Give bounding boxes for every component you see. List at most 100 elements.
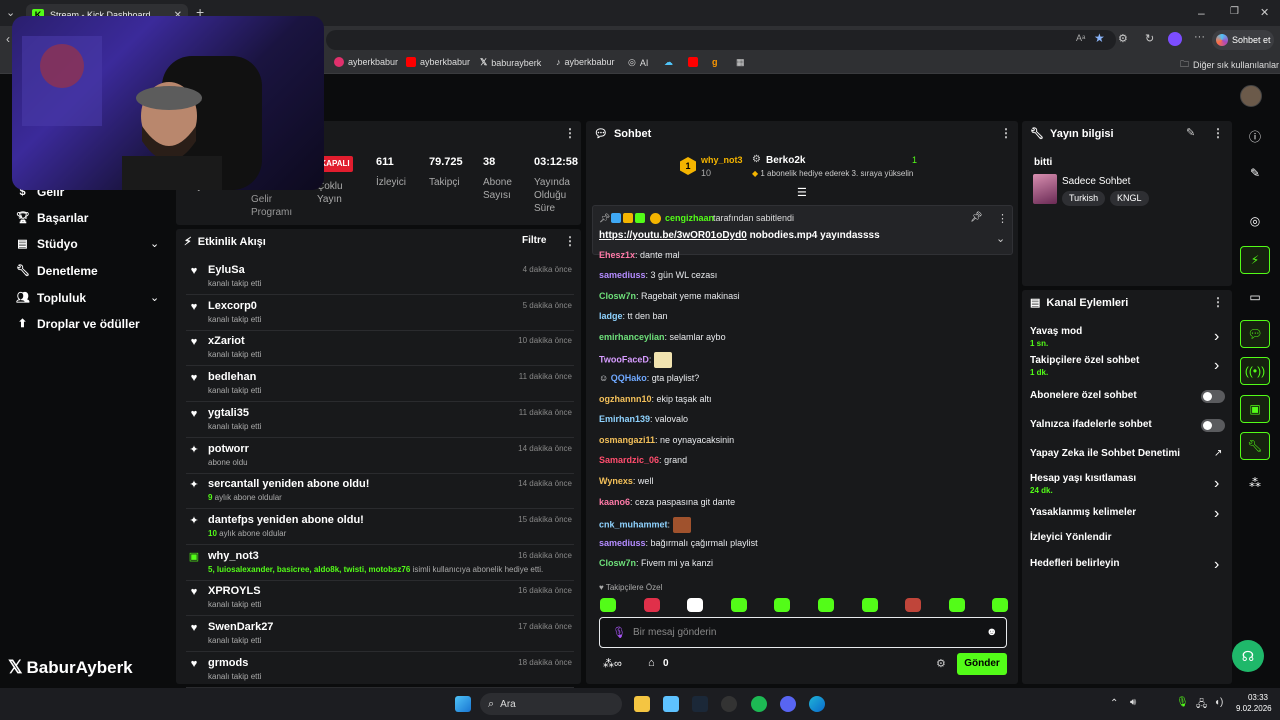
minimize-icon[interactable]: – <box>1198 6 1205 20</box>
filter-lines-icon[interactable]: ☰ <box>797 186 807 199</box>
chat-icon[interactable]: 💬︎ <box>1240 320 1270 348</box>
bookmark-youtube2-icon[interactable] <box>688 57 698 67</box>
channel-action-label[interactable]: Yasaklanmış kelimeler <box>1030 507 1136 518</box>
chevron-right-icon[interactable]: › <box>1214 506 1219 522</box>
bookmark-x[interactable]: 𝕏baburayberk <box>480 57 541 68</box>
chat-username[interactable]: Samardzic_06 <box>599 455 659 465</box>
activity-row[interactable]: ♥ EyluSa kanalı takip etti 4 dakika önce <box>186 261 574 295</box>
gifter-name[interactable]: Berko2k <box>766 155 805 166</box>
channel-action-label[interactable]: Abonelere özel sohbet <box>1030 390 1137 401</box>
other-bookmarks[interactable]: 🗀 Diğer sık kullanılanlar <box>1180 57 1279 73</box>
bookmark-ai[interactable]: ◎ AI <box>628 57 648 68</box>
emote-shortcut[interactable] <box>948 598 965 612</box>
pinned-by[interactable]: cengizhaan <box>665 213 714 223</box>
network-icon[interactable]: 🖧 <box>1196 697 1207 714</box>
tab-list-chevron-icon[interactable]: ⌄ <box>6 6 15 19</box>
chevron-right-icon[interactable]: › <box>1214 329 1219 345</box>
camera-icon[interactable]: ◎ <box>1240 207 1270 235</box>
wrench-icon[interactable]: 🔧︎ <box>1240 432 1270 460</box>
chevron-right-icon[interactable]: › <box>1214 476 1219 492</box>
discord-icon[interactable] <box>780 696 796 712</box>
activity-user[interactable]: sercantall yeniden abone oldu! <box>208 478 369 490</box>
channel-action-label[interactable]: İzleyici Yönlendir <box>1030 532 1112 543</box>
emote-shortcut[interactable] <box>643 598 660 612</box>
photos-icon[interactable] <box>663 696 679 712</box>
chat-username[interactable]: emirhanceylian <box>599 332 665 342</box>
broadcast-icon[interactable]: ((•)) <box>1240 357 1270 385</box>
activity-user[interactable]: why_not3 <box>208 550 259 562</box>
toggle-switch[interactable] <box>1201 419 1225 432</box>
chat-username[interactable]: Emirhan139 <box>599 414 650 424</box>
chevron-down-icon[interactable]: ⌄ <box>150 237 159 250</box>
points-icon[interactable]: ⁂∞ <box>603 657 622 670</box>
speaker-icon[interactable]: ◖) <box>1214 697 1223 708</box>
edit-pencil-icon[interactable]: ✎ <box>1186 126 1195 139</box>
copilot-button[interactable]: Sohbet et <box>1212 30 1274 50</box>
emoji-icon[interactable]: ☻ <box>986 626 998 638</box>
activity-row[interactable]: ✦ dantefps yeniden abone oldu! 10 aylık ab… <box>186 511 574 545</box>
microphone-icon[interactable]: 🎙︎ <box>612 626 626 639</box>
more-icon[interactable]: ⋮ <box>997 212 1008 225</box>
more-icon[interactable]: ⋮ <box>564 234 576 248</box>
chevron-up-icon[interactable]: ⌃ <box>1110 698 1118 709</box>
favorite-star-icon[interactable]: ★ <box>1094 31 1105 45</box>
filter-button[interactable]: Filtre <box>522 235 546 246</box>
activity-user[interactable]: xZariot <box>208 335 245 347</box>
volume-icon[interactable]: 🔊︎ <box>1130 697 1136 708</box>
activity-user[interactable]: potworr <box>208 443 249 455</box>
channel-action-label[interactable]: Hesap yaşı kısıtlaması <box>1030 473 1136 484</box>
emote-shortcut[interactable] <box>818 598 834 612</box>
activity-user[interactable]: bedlehan <box>208 371 256 383</box>
sidebar-item-basarilar[interactable]: 🏆︎ Başarılar <box>16 211 88 225</box>
activity-row[interactable]: ✦ potworr abone oldu 14 dakika önce <box>186 440 574 474</box>
emote-shortcut[interactable] <box>600 598 616 612</box>
taskbar-search[interactable]: ⌕ Ara <box>480 693 622 715</box>
emote-shortcut[interactable] <box>687 598 704 612</box>
bookmark-instagram[interactable]: ayberkbabur <box>334 57 398 67</box>
back-icon[interactable]: ‹ <box>6 32 10 46</box>
activity-user[interactable]: dantefps yeniden abone oldu! <box>208 514 364 526</box>
windows-start-icon[interactable] <box>455 696 471 712</box>
bookmark-g-icon[interactable]: g <box>712 57 718 67</box>
address-field[interactable] <box>326 30 1116 50</box>
activity-row[interactable]: ♥ bedlehan kanalı takip etti 11 dakika önce <box>186 368 574 403</box>
activity-row[interactable]: ♥ xZariot kanalı takip etti 10 dakika önce <box>186 332 574 367</box>
sidebar-item-droplar[interactable]: ⬆ Droplar ve ödüller <box>16 317 140 331</box>
chat-input-box[interactable]: 🎙︎ Bir mesaj gönderin ☻ <box>599 617 1007 648</box>
activity-user[interactable]: SwenDark27 <box>208 621 273 633</box>
more-icon[interactable]: ⋮ <box>564 126 576 140</box>
chat-username[interactable]: Wynexs <box>599 476 633 486</box>
chat-input[interactable]: Bir mesaj gönderin <box>633 627 716 638</box>
activity-user[interactable]: ygtali35 <box>208 407 249 419</box>
chevron-right-icon[interactable]: › <box>1214 557 1219 573</box>
chevron-down-icon[interactable]: ⌄ <box>150 291 159 304</box>
emote-shortcut[interactable] <box>905 598 922 612</box>
tag-chip[interactable]: KNGL <box>1110 191 1149 206</box>
chat-username[interactable]: ogzhannn10 <box>599 394 652 404</box>
category-name[interactable]: Sadece Sohbet <box>1062 176 1130 187</box>
history-icon[interactable]: ↻ <box>1145 32 1154 45</box>
activity-user[interactable]: grmods <box>208 657 248 669</box>
lightning-icon[interactable]: ⚡︎ <box>1240 246 1270 274</box>
chevron-right-icon[interactable]: › <box>1214 358 1219 374</box>
document-icon[interactable]: ▭ <box>1240 283 1270 311</box>
activity-row[interactable]: ♥ XPROYLS kanalı takip etti 16 dakika önce <box>186 582 574 617</box>
layout-icon[interactable]: ▣ <box>1240 395 1270 423</box>
chat-username[interactable]: cnk_muhammet <box>599 520 668 530</box>
maximize-icon[interactable]: ❐ <box>1230 6 1239 17</box>
activity-user[interactable]: Lexcorp0 <box>208 300 257 312</box>
chat-username[interactable]: QQHako <box>611 373 647 383</box>
activity-row[interactable]: ▣ why_not3 5, luiosalexander, basicree, al… <box>186 547 574 581</box>
extensions-icon[interactable]: ⚙ <box>1118 32 1128 45</box>
emote-shortcut[interactable] <box>992 598 1009 612</box>
more-icon[interactable]: ⋮ <box>1212 295 1224 309</box>
chat-username[interactable]: kaano6 <box>599 497 630 507</box>
user-avatar[interactable] <box>1240 85 1262 107</box>
chat-username[interactable]: Closw7n <box>599 558 636 568</box>
settings-gear-icon[interactable]: ⚙ <box>936 657 946 670</box>
chat-username[interactable]: samediuss <box>599 538 646 548</box>
tag-chip[interactable]: Turkish <box>1062 191 1106 206</box>
more-icon[interactable]: ⋮ <box>1000 126 1012 140</box>
spotify-icon[interactable] <box>751 696 767 712</box>
activity-row[interactable]: ♥ ygtali35 kanalı takip etti 11 dakika önce <box>186 404 574 438</box>
